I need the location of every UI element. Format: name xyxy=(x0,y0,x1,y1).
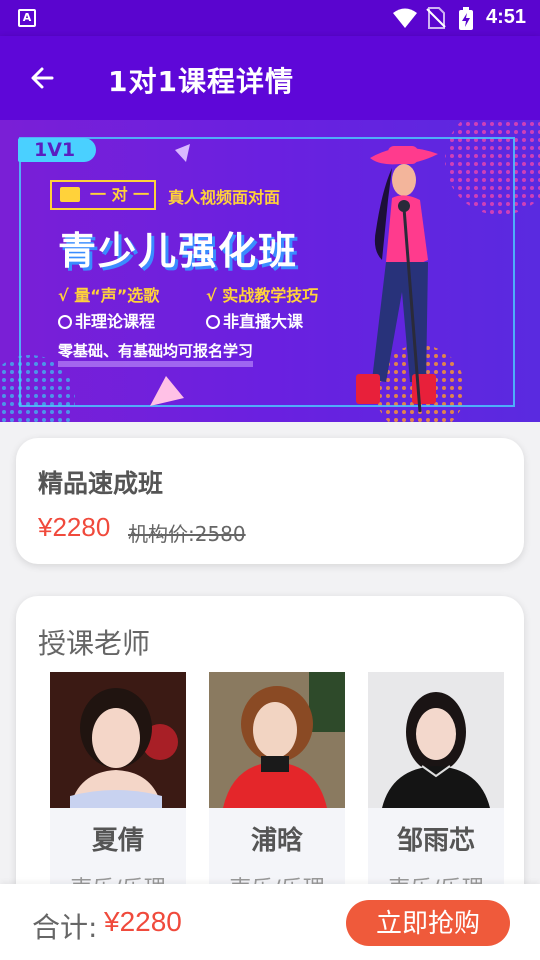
teacher-name: 浦晗 xyxy=(250,826,303,856)
teacher-avatar xyxy=(368,672,504,808)
back-arrow-icon[interactable] xyxy=(22,58,62,98)
clock: 4:51 xyxy=(485,6,526,28)
banner-headline: 青少儿强化班 xyxy=(58,229,299,273)
course-price: ¥2280 xyxy=(38,512,111,542)
section-title: 授课老师 xyxy=(38,627,151,660)
original-price: 机构价:2580 xyxy=(128,522,246,546)
no-sim-icon xyxy=(426,7,446,29)
teacher-name: 邹雨芯 xyxy=(396,826,475,856)
no-icon xyxy=(58,315,72,329)
wifi-icon xyxy=(393,8,417,28)
buy-now-button[interactable]: 立即抢购 xyxy=(346,900,510,946)
battery-charging-icon xyxy=(459,7,473,30)
teacher-avatar xyxy=(209,672,345,808)
status-bar: A 4:51 xyxy=(0,0,540,36)
teacher-avatar xyxy=(50,672,186,808)
banner-feature-4: 非直播大课 xyxy=(206,308,303,332)
banner-feature-3: 非理论课程 xyxy=(58,308,155,332)
total-label: 合计: xyxy=(32,911,98,944)
app-notification-icon: A xyxy=(18,9,36,27)
page-title: 1对1课程详情 xyxy=(108,65,294,98)
teacher-name: 夏倩 xyxy=(91,826,144,856)
banner-tag: 一 对 一 xyxy=(50,180,156,210)
course-info-card: 精品速成班 ¥2280 机构价:2580 xyxy=(16,438,524,564)
app-bar: 1对1课程详情 xyxy=(0,36,540,120)
banner-badge: 1V1 xyxy=(18,138,96,162)
total-price: ¥2280 xyxy=(104,906,182,937)
bottom-checkout-bar: 合计: ¥2280 立即抢购 xyxy=(0,884,540,960)
banner-subtitle: 真人视频面对面 xyxy=(168,188,281,207)
banner-footer: 零基础、有基础均可报名学习 xyxy=(58,340,254,367)
banner-feature-1: √ 量“声”选歌 xyxy=(58,286,160,305)
course-banner: 1V1 一 对 一 真人视频面对面 青少儿强化班 √ 量“声”选歌 √ 实战教学… xyxy=(0,120,540,422)
no-icon xyxy=(206,315,220,329)
banner-feature-2: √ 实战教学技巧 xyxy=(206,286,319,305)
video-icon xyxy=(60,187,80,202)
course-name: 精品速成班 xyxy=(38,469,164,498)
